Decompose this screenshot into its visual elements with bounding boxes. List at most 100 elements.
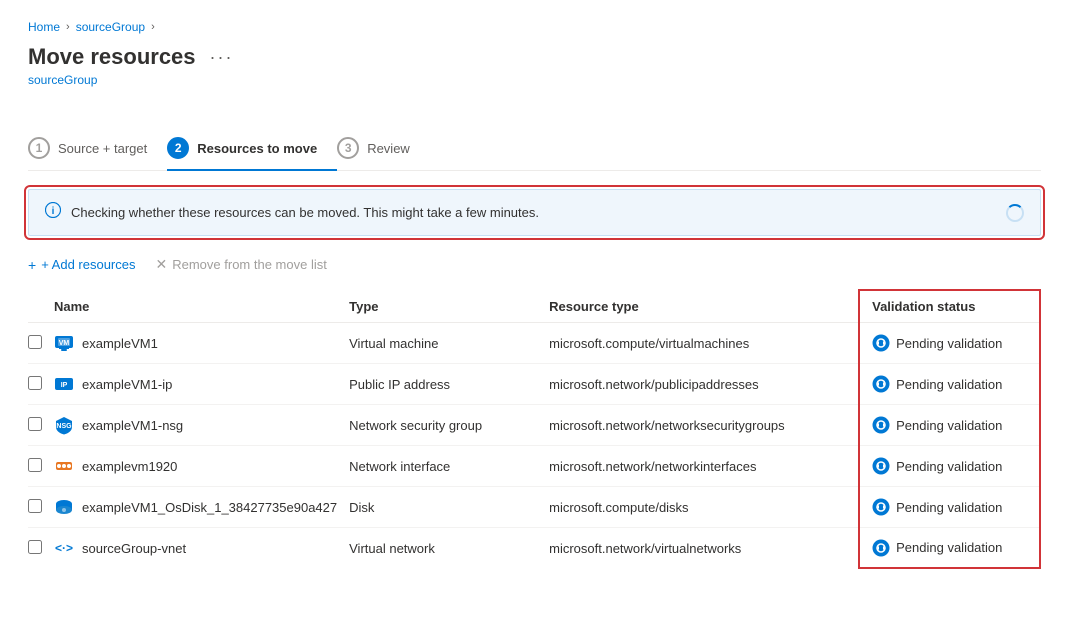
row-checkbox[interactable]	[28, 376, 42, 390]
row-checkbox[interactable]	[28, 499, 42, 513]
remove-icon: ✕	[156, 256, 168, 273]
table-row: IP exampleVM1-ip Public IP addressmicrosof…	[28, 364, 1040, 405]
step-resources-to-move[interactable]: 2 Resources to move	[167, 127, 337, 171]
step-review[interactable]: 3 Review	[337, 127, 430, 171]
step-1-label: Source + target	[58, 141, 147, 156]
page-header: Move resources ···	[28, 44, 1041, 70]
table-row: NSG exampleVM1-nsg Network security groupm…	[28, 405, 1040, 446]
resource-type-label: Network security group	[349, 405, 549, 446]
resource-name: sourceGroup-vnet	[82, 541, 186, 556]
resource-type-value: microsoft.network/networksecuritygroups	[549, 405, 859, 446]
info-banner-text: Checking whether these resources can be …	[71, 205, 996, 220]
pending-validation: Pending validation	[860, 488, 1039, 526]
row-checkbox[interactable]	[28, 458, 42, 472]
remove-button[interactable]: ✕ Remove from the move list	[156, 256, 327, 273]
svg-text:i: i	[52, 206, 55, 217]
resource-name: exampleVM1-nsg	[82, 418, 183, 433]
step-3-circle: 3	[337, 137, 359, 159]
validation-status-cell: Pending validation	[859, 528, 1040, 569]
th-validation: Validation status	[859, 290, 1040, 323]
th-type: Type	[349, 290, 549, 323]
pending-validation-icon	[872, 416, 890, 434]
th-resource-type: Resource type	[549, 290, 859, 323]
icon-nic	[54, 456, 74, 476]
icon-vm: VM	[54, 333, 74, 353]
pending-validation-icon	[872, 375, 890, 393]
breadcrumb-sep-1: ›	[66, 21, 70, 33]
row-checkbox[interactable]	[28, 335, 42, 349]
table-row: examplevm1920 Network interfacemicrosoft.…	[28, 446, 1040, 487]
table-row: VMexampleVM1Virtual machinemicrosoft.com…	[28, 323, 1040, 364]
validation-status-cell: Pending validation	[859, 405, 1040, 446]
validation-status-text: Pending validation	[896, 500, 1002, 515]
validation-status-cell: Pending validation	[859, 364, 1040, 405]
pending-validation-icon	[872, 498, 890, 516]
resource-type-value: microsoft.network/networkinterfaces	[549, 446, 859, 487]
pending-validation-icon	[872, 457, 890, 475]
validation-status-text: Pending validation	[896, 418, 1002, 433]
th-checkbox	[28, 290, 54, 323]
resource-type-value: microsoft.network/virtualnetworks	[549, 528, 859, 569]
info-banner: i Checking whether these resources can b…	[28, 189, 1041, 236]
step-2-circle: 2	[167, 137, 189, 159]
resource-type-label: Virtual machine	[349, 323, 549, 364]
resource-name: exampleVM1-ip	[82, 377, 172, 392]
resource-type-label: Public IP address	[349, 364, 549, 405]
icon-disk	[54, 497, 74, 517]
source-group-link[interactable]: sourceGroup	[28, 73, 97, 87]
page-title: Move resources	[28, 44, 196, 70]
step-source-target[interactable]: 1 Source + target	[28, 127, 167, 171]
th-name: Name	[54, 290, 349, 323]
add-icon: +	[28, 257, 36, 273]
table-row: exampleVM1_OsDisk_1_38427735e90a427Diskm…	[28, 487, 1040, 528]
validation-status-text: Pending validation	[896, 336, 1002, 351]
step-3-label: Review	[367, 141, 410, 156]
add-resources-label: + Add resources	[41, 257, 135, 272]
resource-type-value: microsoft.compute/disks	[549, 487, 859, 528]
icon-nsg: NSG	[54, 415, 74, 435]
pending-validation: Pending validation	[860, 529, 1039, 567]
pending-validation-icon	[872, 539, 890, 557]
add-resources-button[interactable]: + + Add resources	[28, 257, 136, 273]
loading-spinner	[1006, 204, 1024, 222]
resource-name: examplevm1920	[82, 459, 177, 474]
breadcrumb: Home › sourceGroup ›	[28, 20, 1041, 34]
resource-type-label: Network interface	[349, 446, 549, 487]
resource-type-value: microsoft.network/publicipaddresses	[549, 364, 859, 405]
validation-status-cell: Pending validation	[859, 487, 1040, 528]
breadcrumb-sep-2: ›	[151, 21, 155, 33]
pending-validation: Pending validation	[860, 365, 1039, 403]
row-checkbox[interactable]	[28, 540, 42, 554]
table-row: <·> sourceGroup-vnet Virtual networkmicros…	[28, 528, 1040, 569]
validation-status-text: Pending validation	[896, 377, 1002, 392]
icon-ip: IP	[54, 374, 74, 394]
pending-validation: Pending validation	[860, 324, 1039, 362]
resource-name-cell: VMexampleVM1	[54, 323, 349, 364]
pending-validation: Pending validation	[860, 447, 1039, 485]
breadcrumb-home[interactable]: Home	[28, 20, 60, 34]
step-2-label: Resources to move	[197, 141, 317, 156]
more-options-button[interactable]: ···	[206, 47, 238, 68]
row-checkbox[interactable]	[28, 417, 42, 431]
toolbar: + + Add resources ✕ Remove from the move…	[28, 256, 1041, 273]
resource-name-cell: <·> sourceGroup-vnet	[54, 528, 349, 569]
resource-type-value: microsoft.compute/virtualmachines	[549, 323, 859, 364]
breadcrumb-source-group[interactable]: sourceGroup	[76, 20, 145, 34]
svg-text:NSG: NSG	[56, 423, 72, 430]
wizard-steps: 1 Source + target 2 Resources to move 3 …	[28, 127, 1041, 171]
resource-table: Name Type Resource type Validation statu…	[28, 289, 1041, 569]
resource-name: exampleVM1_OsDisk_1_38427735e90a427	[82, 500, 337, 515]
resource-name-cell: examplevm1920	[54, 446, 349, 487]
resource-name-cell: exampleVM1_OsDisk_1_38427735e90a427	[54, 487, 349, 528]
validation-status-text: Pending validation	[896, 540, 1002, 555]
pending-validation-icon	[872, 334, 890, 352]
icon-vnet: <·>	[54, 538, 74, 558]
step-1-circle: 1	[28, 137, 50, 159]
resource-type-label: Virtual network	[349, 528, 549, 569]
validation-status-cell: Pending validation	[859, 323, 1040, 364]
info-icon: i	[45, 202, 61, 223]
validation-status-text: Pending validation	[896, 459, 1002, 474]
resource-name-cell: NSG exampleVM1-nsg	[54, 405, 349, 446]
svg-text:IP: IP	[61, 382, 68, 389]
resource-name-cell: IP exampleVM1-ip	[54, 364, 349, 405]
